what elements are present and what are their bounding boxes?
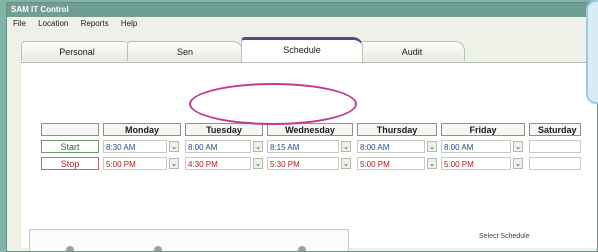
tab-sen[interactable]: Sen — [127, 41, 243, 61]
start-row-label: Start — [41, 140, 99, 153]
option-icon[interactable] — [154, 246, 162, 251]
friday-stop-time[interactable]: 5:00 PM — [441, 157, 511, 170]
wednesday-start-dropdown[interactable]: ⌄ — [341, 141, 351, 152]
saturday-stop-time[interactable] — [529, 157, 581, 170]
monday-stop-dropdown[interactable]: ⌄ — [169, 158, 179, 169]
tab-personal[interactable]: Personal — [21, 41, 133, 61]
app-window: SAM IT Control File Location Reports Hel… — [6, 2, 598, 252]
tab-schedule[interactable]: Schedule — [241, 37, 363, 62]
option-icon[interactable] — [66, 246, 74, 251]
day-header-monday: Monday — [103, 123, 181, 136]
monday-start-dropdown[interactable]: ⌄ — [169, 141, 179, 152]
tuesday-stop-time[interactable]: 4:30 PM — [185, 157, 251, 170]
monday-stop-time[interactable]: 5:00 PM — [103, 157, 167, 170]
window-title: SAM IT Control — [7, 3, 597, 17]
tuesday-start-dropdown[interactable]: ⌄ — [253, 141, 263, 152]
menu-reports[interactable]: Reports — [81, 19, 109, 28]
day-header-thursday: Thursday — [357, 123, 437, 136]
friday-start-dropdown[interactable]: ⌄ — [513, 141, 523, 152]
friday-stop-dropdown[interactable]: ⌄ — [513, 158, 523, 169]
select-schedule-label: Select Schedule — [479, 233, 530, 240]
wednesday-stop-dropdown[interactable]: ⌄ — [341, 158, 351, 169]
highlight-annotation — [189, 83, 357, 125]
menu-location[interactable]: Location — [38, 19, 68, 28]
stop-row-label: Stop — [41, 157, 99, 170]
option-icon[interactable] — [298, 246, 306, 251]
friday-start-time[interactable]: 8:00 AM — [441, 140, 511, 153]
corner-cell — [41, 123, 99, 136]
thursday-start-dropdown[interactable]: ⌄ — [427, 141, 437, 152]
thursday-start-time[interactable]: 8:00 AM — [357, 140, 425, 153]
day-header-tuesday: Tuesday — [185, 123, 263, 136]
wednesday-start-time[interactable]: 8:15 AM — [267, 140, 339, 153]
monday-start-time[interactable]: 8:30 AM — [103, 140, 167, 153]
day-header-saturday: Saturday — [529, 123, 581, 136]
menu-file[interactable]: File — [13, 19, 26, 28]
bottom-options-frame — [29, 229, 349, 251]
tab-strip: Personal Sen Schedule Audit — [21, 35, 581, 63]
tab-audit[interactable]: Audit — [359, 41, 465, 61]
thursday-stop-dropdown[interactable]: ⌄ — [427, 158, 437, 169]
tuesday-stop-dropdown[interactable]: ⌄ — [253, 158, 263, 169]
tuesday-start-time[interactable]: 8:00 AM — [185, 140, 251, 153]
saturday-start-time[interactable] — [529, 140, 581, 153]
menu-help[interactable]: Help — [121, 19, 137, 28]
menu-bar: File Location Reports Help — [7, 17, 597, 31]
day-header-wednesday: Wednesday — [267, 123, 353, 136]
side-overlay-panel — [586, 0, 598, 104]
thursday-stop-time[interactable]: 5:00 PM — [357, 157, 425, 170]
wednesday-stop-time[interactable]: 5:30 PM — [267, 157, 339, 170]
day-header-friday: Friday — [441, 123, 525, 136]
